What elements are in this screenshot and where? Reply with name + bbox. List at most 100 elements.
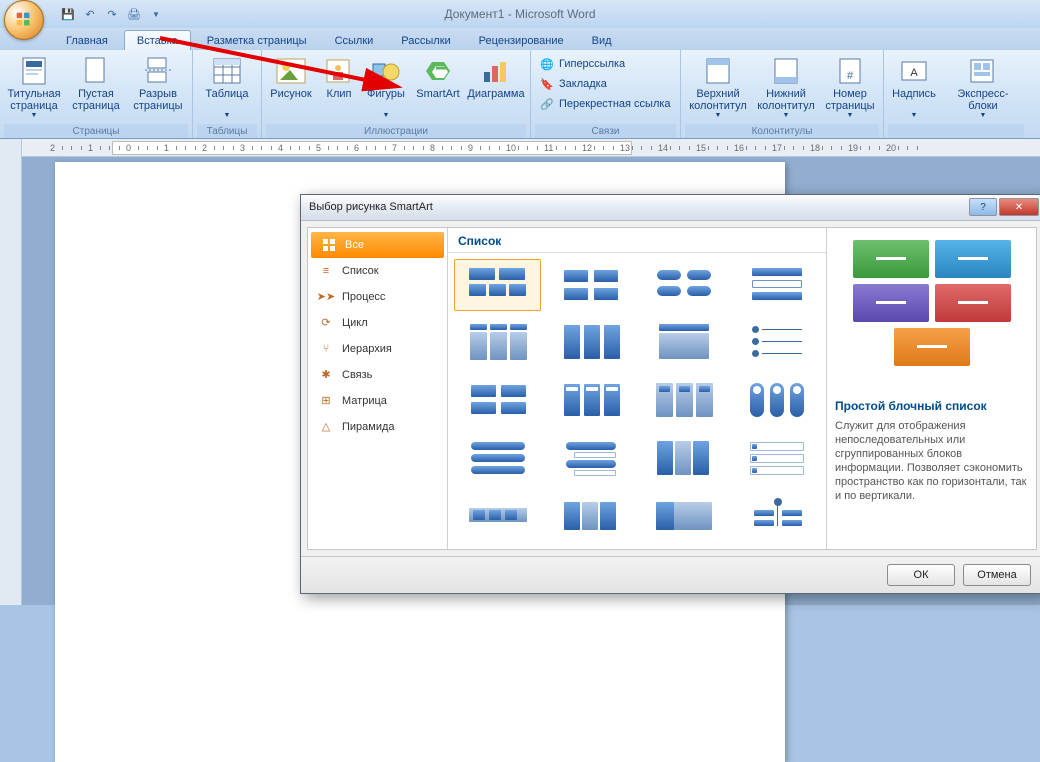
cover-page-icon bbox=[18, 56, 50, 86]
layout-thumb[interactable] bbox=[733, 491, 820, 543]
dialog-footer: ОК Отмена bbox=[301, 556, 1040, 593]
category-hierarchy[interactable]: ⑂Иерархия bbox=[308, 336, 447, 362]
tab-layout[interactable]: Разметка страницы bbox=[195, 31, 319, 50]
group-pages: Титульная страница▼ Пустая страница Разр… bbox=[0, 50, 193, 138]
pagenum-icon: # bbox=[834, 56, 866, 86]
smartart-button[interactable]: SmartArt bbox=[412, 54, 464, 112]
svg-text:#: # bbox=[847, 70, 854, 82]
category-cycle[interactable]: ⟳Цикл bbox=[308, 310, 447, 336]
dialog-title: Выбор рисунка SmartArt bbox=[309, 201, 969, 213]
layout-gallery: Список bbox=[448, 228, 826, 549]
layout-thumb[interactable] bbox=[454, 375, 541, 427]
group-text: A Надпись▼ Экспресс-блоки▼ bbox=[884, 50, 1028, 138]
textbox-button[interactable]: A Надпись▼ bbox=[888, 54, 940, 119]
dialog-close-button[interactable]: ✕ bbox=[999, 198, 1039, 216]
hierarchy-icon: ⑂ bbox=[318, 341, 334, 357]
tab-view[interactable]: Вид bbox=[580, 31, 624, 50]
tab-references[interactable]: Ссылки bbox=[323, 31, 386, 50]
pagenum-button[interactable]: # Номер страницы▼ bbox=[821, 54, 879, 119]
cancel-button[interactable]: Отмена bbox=[963, 564, 1031, 586]
redo-icon[interactable]: ↷ bbox=[104, 6, 120, 22]
svg-text:A: A bbox=[910, 67, 918, 79]
page-break-button[interactable]: Разрыв страницы bbox=[128, 54, 188, 112]
group-illustrations: Рисунок Клип Фигуры▼ SmartArt Диаграмма … bbox=[262, 50, 531, 138]
layout-thumb[interactable] bbox=[547, 433, 634, 485]
ok-button[interactable]: ОК bbox=[887, 564, 955, 586]
layout-thumb[interactable] bbox=[640, 375, 727, 427]
shapes-button[interactable]: Фигуры▼ bbox=[362, 54, 410, 119]
layout-thumb[interactable] bbox=[640, 317, 727, 369]
footer-button[interactable]: Нижний колонтитул▼ bbox=[753, 54, 819, 119]
table-icon bbox=[211, 56, 243, 86]
tab-review[interactable]: Рецензирование bbox=[467, 31, 576, 50]
vertical-ruler[interactable] bbox=[0, 139, 22, 605]
horizontal-ruler[interactable]: 2101234567891011121314151617181920 bbox=[22, 139, 1040, 157]
tab-mailings[interactable]: Рассылки bbox=[389, 31, 462, 50]
office-button[interactable] bbox=[4, 0, 44, 40]
layout-thumb[interactable] bbox=[733, 259, 820, 311]
textbox-icon: A bbox=[898, 56, 930, 86]
save-icon[interactable]: 💾 bbox=[60, 6, 76, 22]
layout-thumb[interactable] bbox=[733, 433, 820, 485]
group-label-text bbox=[888, 124, 1024, 138]
category-relationship[interactable]: ✱Связь bbox=[308, 362, 447, 388]
bookmark-button[interactable]: 🔖Закладка bbox=[535, 74, 611, 94]
undo-icon[interactable]: ↶ bbox=[82, 6, 98, 22]
layout-thumb[interactable] bbox=[454, 317, 541, 369]
smartart-dialog: Выбор рисунка SmartArt ? ✕ Все ≡Список ➤… bbox=[300, 194, 1040, 594]
layout-thumb[interactable] bbox=[454, 491, 541, 543]
quickparts-button[interactable]: Экспресс-блоки▼ bbox=[942, 54, 1024, 119]
layout-thumb[interactable] bbox=[733, 375, 820, 427]
clip-button[interactable]: Клип bbox=[318, 54, 360, 112]
header-button[interactable]: Верхний колонтитул▼ bbox=[685, 54, 751, 119]
all-icon bbox=[321, 237, 337, 253]
category-pyramid[interactable]: △Пирамида bbox=[308, 414, 447, 440]
chart-button[interactable]: Диаграмма bbox=[466, 54, 526, 112]
smartart-icon bbox=[422, 56, 454, 86]
crossref-icon: 🔗 bbox=[539, 96, 555, 112]
group-label-tables: Таблицы bbox=[197, 124, 257, 138]
layout-thumb[interactable] bbox=[733, 317, 820, 369]
crossref-button[interactable]: 🔗Перекрестная ссылка bbox=[535, 94, 675, 114]
layout-thumb[interactable] bbox=[547, 317, 634, 369]
category-all[interactable]: Все bbox=[311, 232, 444, 258]
group-label-headfoot: Колонтитулы bbox=[685, 124, 879, 138]
category-list[interactable]: ≡Список bbox=[308, 258, 447, 284]
table-button[interactable]: Таблица▼ bbox=[197, 54, 257, 119]
blank-page-button[interactable]: Пустая страница bbox=[66, 54, 126, 112]
quick-access-toolbar: 💾 ↶ ↷ 🖨 ▼ bbox=[60, 6, 164, 22]
layout-thumb[interactable] bbox=[640, 491, 727, 543]
window-title: Документ1 - Microsoft Word bbox=[444, 7, 595, 21]
print-preview-icon[interactable]: 🖨 bbox=[126, 6, 142, 22]
preview-block bbox=[853, 284, 929, 322]
layout-thumb[interactable] bbox=[454, 259, 541, 311]
list-icon: ≡ bbox=[318, 263, 334, 279]
group-label-pages: Страницы bbox=[4, 124, 188, 138]
category-matrix[interactable]: ⊞Матрица bbox=[308, 388, 447, 414]
tab-insert[interactable]: Вставка bbox=[124, 30, 191, 50]
layout-thumb[interactable] bbox=[454, 433, 541, 485]
tab-home[interactable]: Главная bbox=[54, 31, 120, 50]
group-links: 🌐Гиперссылка 🔖Закладка 🔗Перекрестная ссы… bbox=[531, 50, 681, 138]
cover-page-button[interactable]: Титульная страница▼ bbox=[4, 54, 64, 119]
group-tables: Таблица▼ Таблицы bbox=[193, 50, 262, 138]
preview-pane: Простой блочный список Служит для отобра… bbox=[826, 228, 1036, 549]
layout-thumb[interactable] bbox=[547, 375, 634, 427]
dialog-help-button[interactable]: ? bbox=[969, 198, 997, 216]
relationship-icon: ✱ bbox=[318, 367, 334, 383]
category-process[interactable]: ➤➤Процесс bbox=[308, 284, 447, 310]
preview-block bbox=[935, 284, 1011, 322]
layout-thumb[interactable] bbox=[640, 433, 727, 485]
layout-thumb[interactable] bbox=[547, 259, 634, 311]
dialog-titlebar[interactable]: Выбор рисунка SmartArt ? ✕ bbox=[301, 195, 1040, 221]
category-list: Все ≡Список ➤➤Процесс ⟳Цикл ⑂Иерархия ✱С… bbox=[308, 228, 448, 549]
page-break-icon bbox=[142, 56, 174, 86]
hyperlink-button[interactable]: 🌐Гиперссылка bbox=[535, 54, 629, 74]
picture-button[interactable]: Рисунок bbox=[266, 54, 316, 112]
gallery-scroll[interactable] bbox=[448, 253, 826, 549]
gallery-header: Список bbox=[448, 228, 826, 253]
qat-dropdown-icon[interactable]: ▼ bbox=[148, 6, 164, 22]
layout-thumb[interactable] bbox=[640, 259, 727, 311]
preview-block bbox=[853, 240, 929, 278]
layout-thumb[interactable] bbox=[547, 491, 634, 543]
